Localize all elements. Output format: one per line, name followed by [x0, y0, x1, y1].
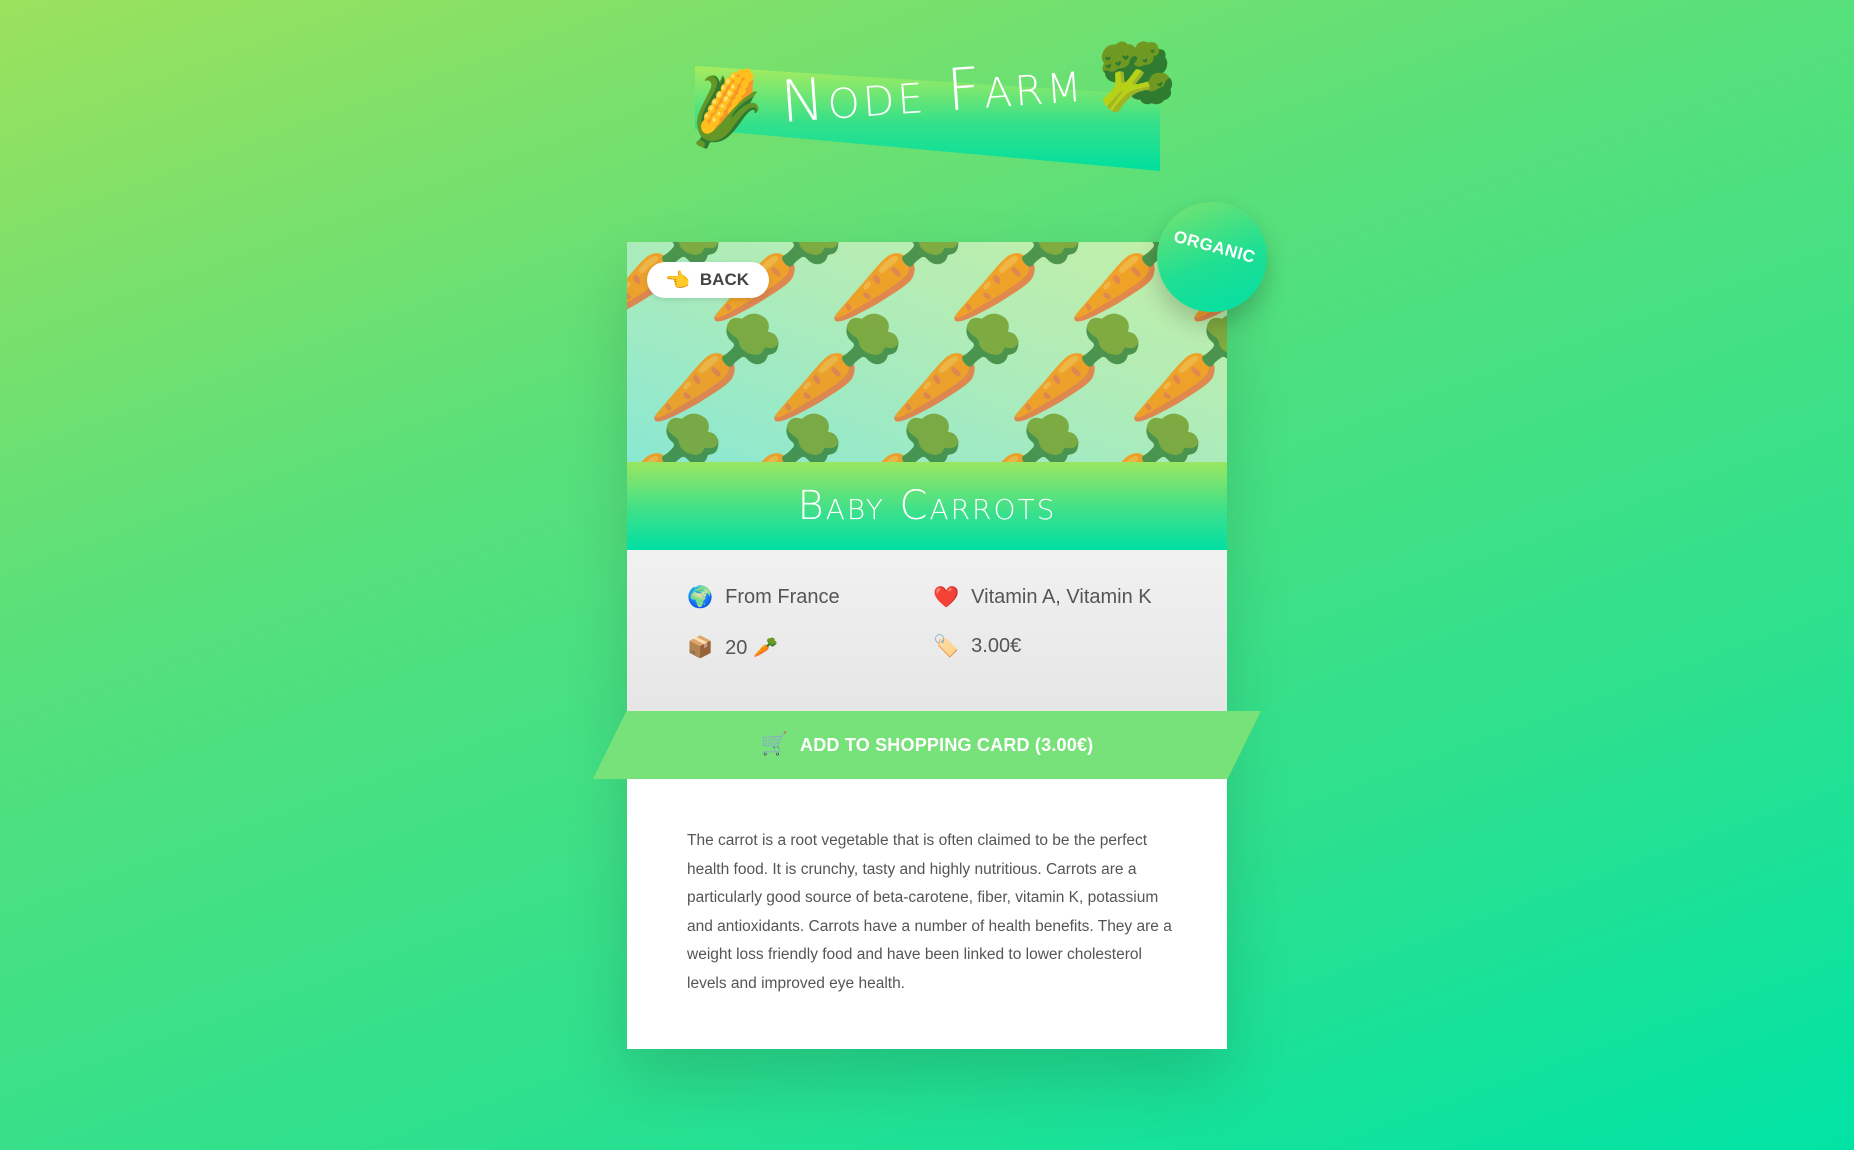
price-tag-icon: 🏷️ [933, 635, 960, 658]
add-to-cart-button[interactable]: 🛒 ADD TO SHOPPING CARD (3.00€) [593, 711, 1261, 779]
detail-quantity: 📦 20 🥕 [687, 635, 778, 660]
package-icon: 📦 [687, 636, 714, 659]
organic-badge: ORGANIC [1157, 202, 1267, 312]
heart-icon: ❤️ [933, 586, 960, 609]
logo: 🌽 Node Farm 🥦 [678, 41, 1177, 176]
shopping-cart-icon: 🛒 [760, 732, 789, 757]
carrot-pattern-icon: 🥕 [707, 412, 846, 462]
product-title-band: Baby Carrots [627, 462, 1227, 550]
detail-origin-text: From France [725, 586, 840, 608]
detail-price-text: 3.00€ [971, 635, 1022, 657]
product-details: 🌍 From France ❤️ Vitamin A, Vitamin K 📦 … [627, 550, 1227, 712]
detail-quantity-text: 20 🥕 [725, 637, 778, 659]
product-name: Baby Carrots [797, 483, 1057, 529]
carrot-pattern-icon: 🥕 [1187, 412, 1227, 462]
back-button[interactable]: 👈 BACK [647, 262, 770, 298]
carrot-pattern-icon: 🥕 [1067, 412, 1206, 462]
globe-icon: 🌍 [687, 586, 714, 609]
carrot-pattern-icon: 🥕 [827, 412, 966, 462]
detail-nutrients: ❤️ Vitamin A, Vitamin K [933, 586, 1152, 609]
corn-icon: 🌽 [678, 65, 772, 155]
pointing-left-icon: 👈 [665, 268, 690, 292]
detail-origin: 🌍 From France [687, 586, 840, 609]
detail-nutrients-text: Vitamin A, Vitamin K [971, 586, 1152, 608]
add-to-cart-label: ADD TO SHOPPING CARD (3.00€) [800, 734, 1094, 755]
organic-badge-label: ORGANIC [1171, 226, 1258, 267]
carrot-pattern-icon: 🥕 [947, 412, 1086, 462]
product-description: The carrot is a root vegetable that is o… [687, 832, 1172, 992]
back-label: BACK [699, 270, 750, 289]
broccoli-icon: 🥦 [1097, 41, 1177, 115]
detail-price: 🏷️ 3.00€ [933, 635, 1021, 658]
product-card: 🥕🥕🥕🥕🥕🥕🥕🥕🥕🥕🥕🥕🥕🥕🥕🥕🥕🥕 👈 BACK ORGANIC Baby C… [593, 202, 1267, 1049]
